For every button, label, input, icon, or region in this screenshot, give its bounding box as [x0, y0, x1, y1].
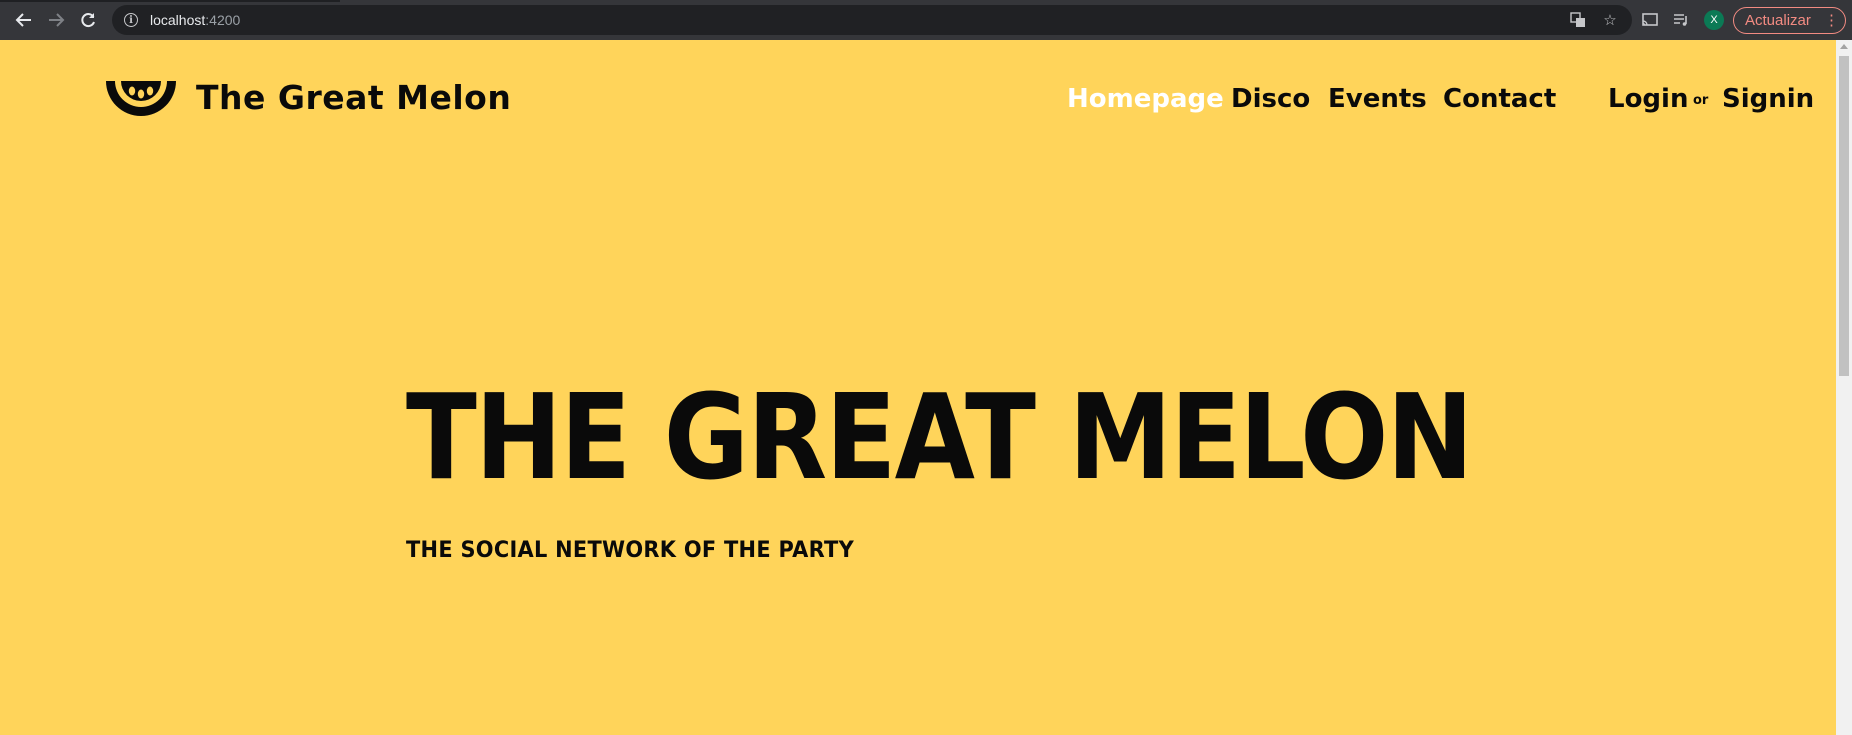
browser-toolbar: i localhost:4200 ☆ X Actualizar ⋮ [0, 0, 1852, 40]
address-bar[interactable]: i localhost:4200 ☆ [112, 5, 1632, 35]
site-header: The Great Melon Homepage Disco Events Co… [4, 40, 1836, 160]
melon-logo-icon[interactable] [104, 77, 178, 125]
scrollbar-thumb[interactable] [1839, 56, 1849, 376]
cast-icon[interactable] [1640, 10, 1660, 30]
reload-button[interactable] [72, 0, 104, 40]
or-separator: or [1693, 93, 1709, 108]
translate-icon[interactable] [1568, 10, 1588, 30]
nav-disco[interactable]: Disco [1231, 84, 1310, 114]
url-text: localhost:4200 [150, 12, 241, 28]
reload-icon [81, 13, 95, 28]
scroll-up-arrow-icon[interactable] [1840, 44, 1848, 49]
bookmark-star-icon[interactable]: ☆ [1600, 10, 1620, 30]
forward-button[interactable] [40, 0, 72, 40]
signin-link[interactable]: Signin [1722, 84, 1814, 114]
forward-arrow-icon [49, 13, 65, 27]
site-info-icon[interactable]: i [124, 13, 138, 27]
media-queue-icon[interactable] [1671, 10, 1691, 30]
kebab-menu-icon: ⋮ [1824, 12, 1839, 29]
update-label: Actualizar [1745, 12, 1811, 29]
nav-events[interactable]: Events [1328, 84, 1427, 114]
hero-title: THE GREAT MELON [406, 368, 1474, 506]
nav-homepage[interactable]: Homepage [1067, 84, 1224, 114]
nav-contact[interactable]: Contact [1443, 84, 1556, 114]
update-button[interactable]: Actualizar ⋮ [1733, 7, 1846, 34]
page-content: The Great Melon Homepage Disco Events Co… [4, 40, 1836, 735]
back-arrow-icon [15, 13, 31, 27]
login-link[interactable]: Login [1608, 84, 1688, 114]
brand-name[interactable]: The Great Melon [196, 78, 511, 117]
profile-avatar[interactable]: X [1704, 10, 1724, 30]
back-button[interactable] [8, 0, 40, 40]
hero-subtitle: THE SOCIAL NETWORK OF THE PARTY [406, 538, 854, 563]
page-scrollbar[interactable] [1836, 40, 1852, 735]
